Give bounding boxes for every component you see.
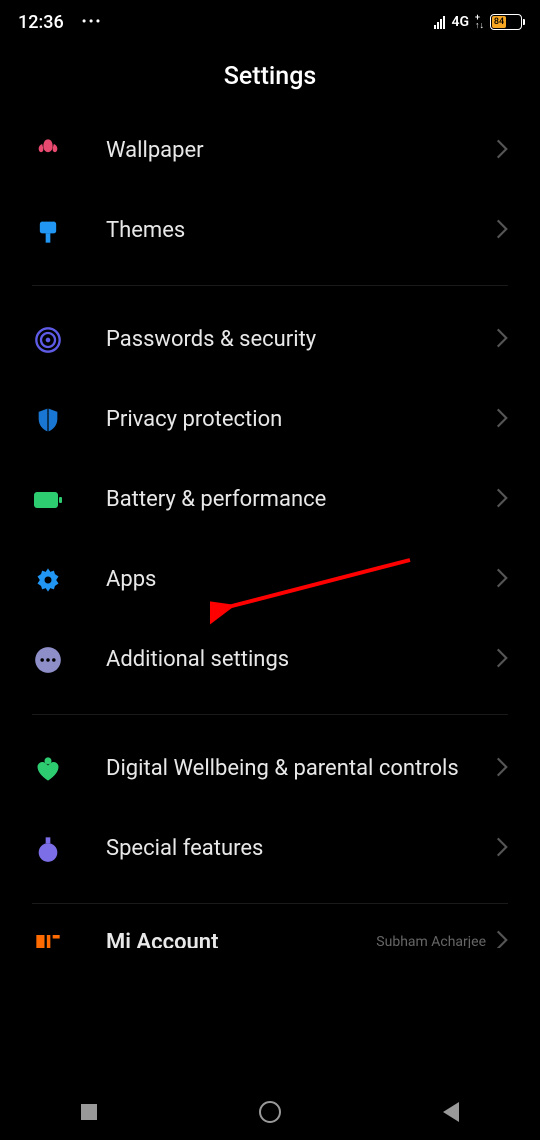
status-bar: 12:36 ••• 4G +↑↓ 84 (0, 0, 540, 38)
item-label: Privacy protection (106, 406, 496, 435)
chevron-right-icon (496, 488, 508, 512)
chevron-right-icon (496, 328, 508, 352)
settings-item-special-features[interactable]: Special features (32, 809, 508, 889)
chevron-right-icon (496, 930, 508, 948)
fingerprint-icon (32, 324, 64, 356)
chevron-right-icon (496, 837, 508, 861)
heart-person-icon (32, 753, 64, 785)
settings-item-additional-settings[interactable]: Additional settings (32, 620, 508, 700)
home-button[interactable] (259, 1101, 281, 1123)
mi-logo-icon (32, 926, 64, 948)
dots-circle-icon (32, 644, 64, 676)
settings-item-battery-performance[interactable]: Battery & performance (32, 460, 508, 540)
signal-icon (434, 16, 445, 29)
item-label: Additional settings (106, 646, 496, 675)
item-label: Mi Account (106, 930, 376, 949)
item-label: Special features (106, 835, 496, 864)
item-label: Apps (106, 566, 496, 595)
battery-icon: 84 (490, 14, 522, 30)
divider (32, 714, 508, 715)
item-label: Passwords & security (106, 326, 496, 355)
item-label: Digital Wellbeing & parental controls (106, 755, 496, 784)
chevron-right-icon (496, 219, 508, 243)
flask-icon (32, 833, 64, 865)
settings-item-mi-account[interactable]: Mi Account Subham Acharjee (32, 918, 508, 948)
settings-item-themes[interactable]: Themes (32, 191, 508, 271)
gear-icon (32, 564, 64, 596)
item-label: Battery & performance (106, 486, 496, 515)
settings-item-passwords-security[interactable]: Passwords & security (32, 300, 508, 380)
network-type: 4G (451, 14, 469, 30)
notification-dots-icon: ••• (82, 14, 103, 30)
tulip-icon (32, 135, 64, 167)
divider (32, 285, 508, 286)
item-label: Themes (106, 217, 496, 246)
chevron-right-icon (496, 139, 508, 163)
settings-item-wallpaper[interactable]: Wallpaper (32, 111, 508, 191)
divider (32, 903, 508, 904)
recents-button[interactable] (81, 1104, 97, 1120)
settings-item-privacy-protection[interactable]: Privacy protection (32, 380, 508, 460)
chevron-right-icon (496, 568, 508, 592)
chevron-right-icon (496, 757, 508, 781)
page-title: Settings (0, 62, 540, 91)
navigation-bar (0, 1084, 540, 1140)
settings-item-digital-wellbeing[interactable]: Digital Wellbeing & parental controls (32, 729, 508, 809)
brush-icon (32, 215, 64, 247)
shield-icon (32, 404, 64, 436)
back-button[interactable] (443, 1102, 459, 1122)
item-label: Wallpaper (106, 137, 496, 166)
status-time: 12:36 (18, 12, 64, 33)
chevron-right-icon (496, 648, 508, 672)
settings-list: Wallpaper Themes Passwords & security Pr… (0, 111, 540, 948)
item-sublabel: Subham Acharjee (376, 934, 486, 948)
chevron-right-icon (496, 408, 508, 432)
settings-item-apps[interactable]: Apps (32, 540, 508, 620)
battery-icon (32, 484, 64, 516)
